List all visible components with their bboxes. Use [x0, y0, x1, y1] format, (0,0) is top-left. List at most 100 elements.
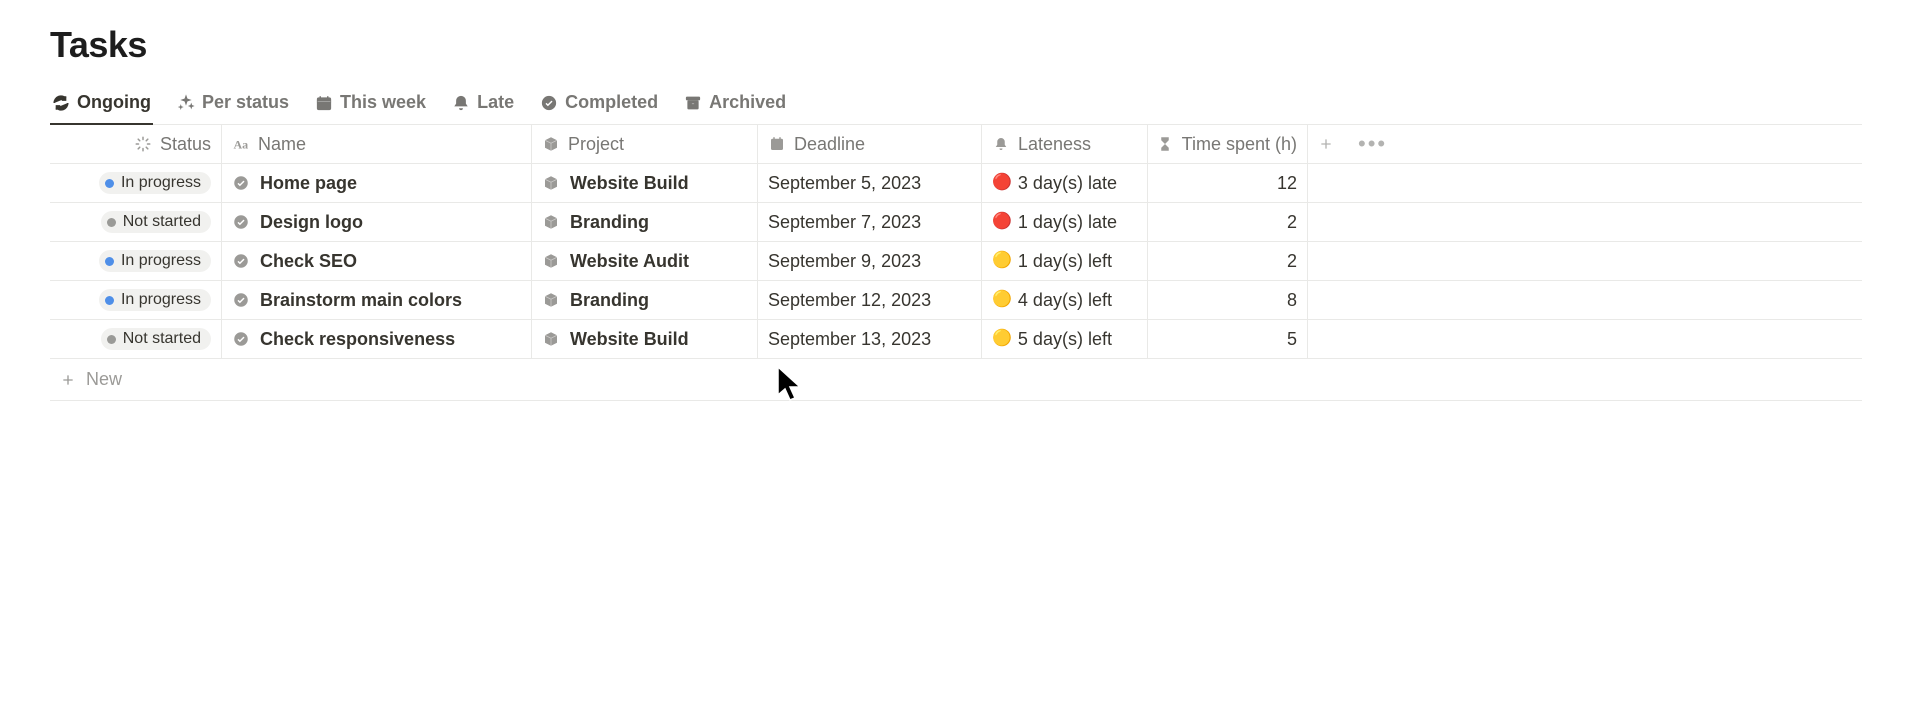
bell-icon — [452, 94, 470, 112]
cell-project[interactable]: Branding — [532, 203, 758, 241]
cell-project[interactable]: Website Build — [532, 164, 758, 202]
cell-extra — [1308, 242, 1862, 280]
status-pill: In progress — [99, 250, 211, 272]
col-name[interactable]: Aa Name — [222, 125, 532, 163]
table-row[interactable]: Not started Design logoBranding September … — [50, 203, 1862, 242]
table-row[interactable]: Not started Check responsivenessWebsite B… — [50, 320, 1862, 359]
cell-deadline[interactable]: September 5, 2023 — [758, 164, 982, 202]
tab-label: Completed — [565, 92, 658, 113]
task-check-icon — [232, 252, 250, 270]
cell-project[interactable]: Branding — [532, 281, 758, 319]
status-pill: In progress — [99, 289, 211, 311]
tab-label: Archived — [709, 92, 786, 113]
cell-deadline[interactable]: September 13, 2023 — [758, 320, 982, 358]
table-row[interactable]: In progress Home page Website Build Septemb… — [50, 164, 1862, 203]
timespent-value: 12 — [1158, 173, 1297, 194]
cell-name[interactable]: Design logo — [222, 203, 532, 241]
project-name: Website Build — [570, 173, 689, 194]
status-pill: In progress — [99, 172, 211, 194]
cell-status[interactable]: In progress — [50, 164, 222, 202]
status-dot-icon — [105, 179, 114, 188]
col-status[interactable]: Status — [50, 125, 222, 163]
cell-extra — [1308, 281, 1862, 319]
cell-project[interactable]: Website Build — [532, 320, 758, 358]
tab-archived[interactable]: Archived — [682, 84, 788, 125]
status-label: Not started — [123, 213, 201, 231]
new-row-button[interactable]: New — [50, 359, 1862, 401]
col-project[interactable]: Project — [532, 125, 758, 163]
tasks-table: Status Aa Name Project Deadline — [50, 125, 1862, 401]
col-label: Name — [258, 134, 306, 155]
task-check-icon — [232, 174, 250, 192]
cell-lateness[interactable]: 🔴3 day(s) late — [982, 164, 1148, 202]
col-label: Status — [160, 134, 211, 155]
sparkle-icon — [177, 94, 195, 112]
lateness-text: 4 day(s) left — [1018, 290, 1112, 311]
lateness-status-icon: 🟡 — [992, 292, 1012, 308]
status-label: In progress — [121, 291, 201, 309]
cell-lateness[interactable]: 🟡 4 day(s) left — [982, 281, 1148, 319]
status-label: In progress — [121, 174, 201, 192]
project-box-icon — [542, 291, 560, 309]
col-deadline[interactable]: Deadline — [758, 125, 982, 163]
add-column-button[interactable] — [1318, 136, 1334, 152]
timespent-value: 8 — [1158, 290, 1297, 311]
project-box-icon — [542, 252, 560, 270]
col-label: Lateness — [1018, 134, 1091, 155]
deadline-value: September 12, 2023 — [768, 290, 931, 311]
cell-deadline[interactable]: September 7, 2023 — [758, 203, 982, 241]
view-tabs: Ongoing Per status This week Late Comple… — [50, 84, 1862, 125]
cell-deadline[interactable]: September 12, 2023 — [758, 281, 982, 319]
task-check-icon — [232, 330, 250, 348]
tab-label: This week — [340, 92, 426, 113]
hourglass-icon — [1156, 135, 1174, 153]
cell-timespent[interactable]: 12 — [1148, 164, 1308, 202]
lateness-status-icon: 🟡 — [992, 253, 1012, 269]
cell-name[interactable]: Check responsiveness — [222, 320, 532, 358]
cell-lateness[interactable]: 🟡5 day(s) left — [982, 320, 1148, 358]
tab-completed[interactable]: Completed — [538, 84, 660, 125]
cell-project[interactable]: Website Audit — [532, 242, 758, 280]
cell-timespent[interactable]: 8 — [1148, 281, 1308, 319]
cell-timespent[interactable]: 2 — [1148, 203, 1308, 241]
lateness-text: 1 day(s) late — [1018, 212, 1117, 233]
lateness-status-icon: 🔴 — [992, 214, 1012, 230]
project-name: Website Audit — [570, 251, 689, 272]
col-timespent[interactable]: Time spent (h) — [1148, 125, 1308, 163]
refresh-icon — [52, 94, 70, 112]
cell-status[interactable]: In progress — [50, 242, 222, 280]
cell-timespent[interactable]: 2 — [1148, 242, 1308, 280]
col-lateness[interactable]: Lateness — [982, 125, 1148, 163]
lateness-text: 1 day(s) left — [1018, 251, 1112, 272]
cell-name[interactable]: Check SEO — [222, 242, 532, 280]
cell-status[interactable]: Not started — [50, 320, 222, 358]
cell-name[interactable]: Brainstorm main colors — [222, 281, 532, 319]
cell-status[interactable]: Not started — [50, 203, 222, 241]
status-dot-icon — [105, 296, 114, 305]
cell-lateness[interactable]: 🟡 1 day(s) left — [982, 242, 1148, 280]
status-dot-icon — [105, 257, 114, 266]
status-label: Not started — [123, 330, 201, 348]
cell-deadline[interactable]: September 9, 2023 — [758, 242, 982, 280]
cell-status[interactable]: In progress — [50, 281, 222, 319]
tab-per-status[interactable]: Per status — [175, 84, 291, 125]
timespent-value: 5 — [1158, 329, 1297, 350]
cell-name[interactable]: Home page — [222, 164, 532, 202]
tab-late[interactable]: Late — [450, 84, 516, 125]
tab-this-week[interactable]: This week — [313, 84, 428, 125]
table-row[interactable]: In progress Brainstorm main colors Brandin… — [50, 281, 1862, 320]
tab-ongoing[interactable]: Ongoing — [50, 84, 153, 125]
status-dot-icon — [107, 218, 116, 227]
project-name: Branding — [570, 290, 649, 311]
task-name: Check SEO — [260, 251, 357, 272]
calendar-small-icon — [768, 135, 786, 153]
cell-timespent[interactable]: 5 — [1148, 320, 1308, 358]
table-row[interactable]: In progress Check SEO Website Audit Septemb… — [50, 242, 1862, 281]
cell-lateness[interactable]: 🔴 1 day(s) late — [982, 203, 1148, 241]
status-loading-icon — [134, 135, 152, 153]
deadline-value: September 7, 2023 — [768, 212, 921, 233]
status-label: In progress — [121, 252, 201, 270]
project-box-icon — [542, 330, 560, 348]
status-pill: Not started — [101, 328, 211, 350]
status-dot-icon — [107, 335, 116, 344]
